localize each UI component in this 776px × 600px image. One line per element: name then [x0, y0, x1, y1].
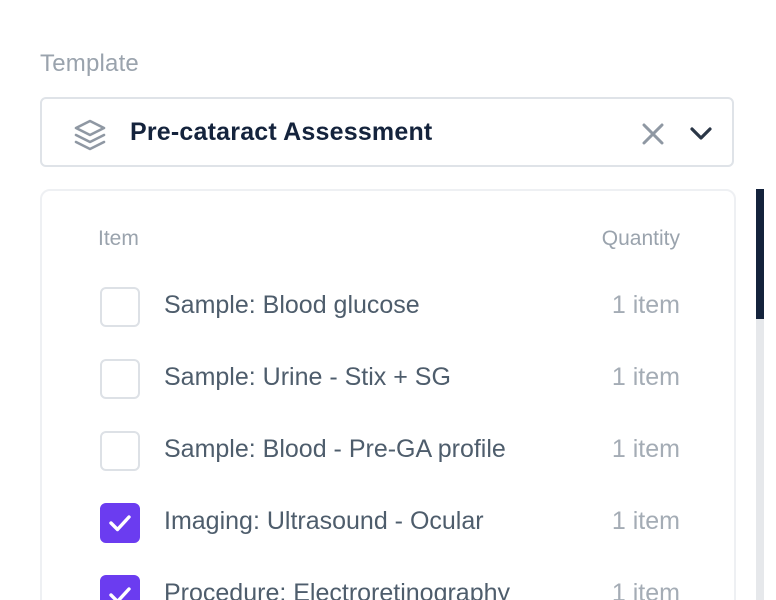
- table-row[interactable]: Sample: Blood - Pre-GA profile 1 item: [42, 427, 734, 475]
- chevron-down-icon[interactable]: [688, 121, 714, 147]
- quantity-column-header: Quantity: [601, 227, 680, 250]
- checkmark-icon: [109, 587, 131, 600]
- row-item-label: Procedure: Electroretinography: [164, 579, 511, 600]
- row-item-label: Imaging: Ultrasound - Ocular: [164, 507, 484, 535]
- row-item-label: Sample: Blood glucose: [164, 291, 420, 319]
- row-checkbox[interactable]: [100, 503, 140, 543]
- close-icon[interactable]: [640, 121, 666, 147]
- row-item-label: Sample: Urine - Stix + SG: [164, 363, 451, 391]
- checkmark-icon: [109, 515, 131, 532]
- template-field-label: Template: [40, 50, 139, 77]
- template-select[interactable]: Pre-cataract Assessment: [40, 97, 734, 167]
- item-column-header: Item: [98, 227, 139, 250]
- row-quantity: 1 item: [603, 291, 680, 320]
- scrollbar-thumb[interactable]: [756, 189, 764, 319]
- row-quantity: 1 item: [603, 579, 680, 600]
- row-quantity: 1 item: [603, 363, 680, 392]
- row-checkbox[interactable]: [100, 287, 140, 327]
- row-checkbox[interactable]: [100, 575, 140, 600]
- template-selected-value: Pre-cataract Assessment: [130, 118, 433, 146]
- template-picker-page: Template Pre-cataract Assessment Item Qu…: [0, 0, 776, 600]
- table-row[interactable]: Sample: Urine - Stix + SG 1 item: [42, 355, 734, 403]
- row-item-label: Sample: Blood - Pre-GA profile: [164, 435, 506, 463]
- row-quantity: 1 item: [603, 507, 680, 536]
- template-items-panel: Item Quantity Sample: Blood glucose 1 it…: [40, 189, 736, 600]
- table-row[interactable]: Sample: Blood glucose 1 item: [42, 283, 734, 331]
- row-quantity: 1 item: [603, 435, 680, 464]
- layers-icon: [72, 117, 108, 153]
- table-row[interactable]: Imaging: Ultrasound - Ocular 1 item: [42, 499, 734, 547]
- row-checkbox[interactable]: [100, 431, 140, 471]
- row-checkbox[interactable]: [100, 359, 140, 399]
- table-row[interactable]: Procedure: Electroretinography 1 item: [42, 571, 734, 600]
